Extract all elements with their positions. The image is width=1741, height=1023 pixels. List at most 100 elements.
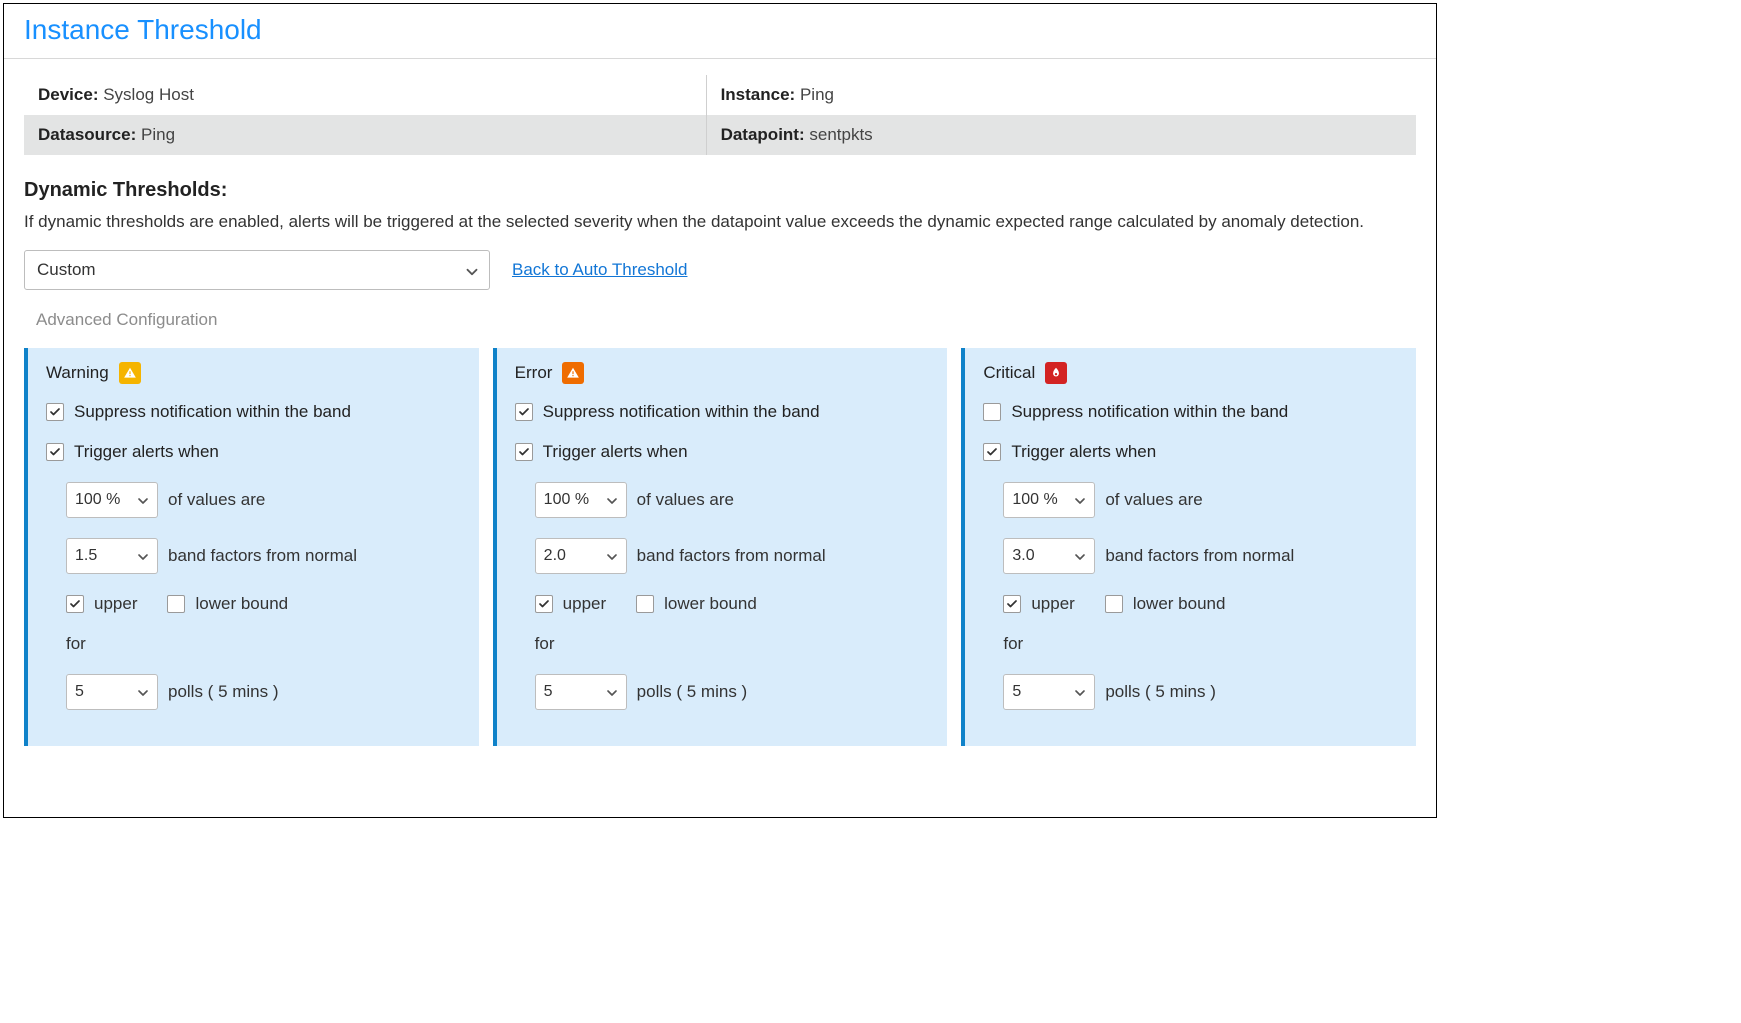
suppress-checkbox[interactable]	[515, 403, 533, 421]
chevron-down-icon	[604, 549, 618, 563]
polls-row: 5 polls ( 5 mins )	[1003, 674, 1398, 710]
device-label: Device:	[38, 85, 98, 104]
severity-title: Error	[515, 363, 553, 383]
band-factor-row: 1.5 band factors from normal	[66, 538, 461, 574]
percent-select[interactable]: 100 %	[1003, 482, 1095, 518]
warning-icon	[119, 362, 141, 384]
suppress-row: Suppress notification within the band	[983, 402, 1398, 422]
upper-checkbox[interactable]	[1003, 595, 1021, 613]
trigger-label: Trigger alerts when	[74, 442, 219, 462]
upper-label: upper	[94, 594, 137, 614]
band-factors-label: band factors from normal	[168, 546, 357, 566]
bounds-row: upper lower bound	[66, 594, 461, 614]
trigger-checkbox[interactable]	[46, 443, 64, 461]
polls-select[interactable]: 5	[535, 674, 627, 710]
datapoint-value: sentpkts	[809, 125, 872, 144]
severity-card-critical: Critical Suppress notification within the…	[961, 348, 1416, 746]
title-bar: Instance Threshold	[4, 4, 1436, 59]
back-to-auto-link[interactable]: Back to Auto Threshold	[512, 260, 687, 280]
percent-select[interactable]: 100 %	[535, 482, 627, 518]
polls-row: 5 polls ( 5 mins )	[66, 674, 461, 710]
severity-card-warning: Warning Suppress notification within the …	[24, 348, 479, 746]
percent-row: 100 % of values are	[1003, 482, 1398, 518]
bounds-row: upperlower bound	[535, 594, 930, 614]
severity-cards-row: Warning Suppress notification within the …	[24, 348, 1416, 746]
device-cell: Device: Syslog Host	[24, 75, 706, 115]
of-values-label: of values are	[168, 490, 265, 510]
trigger-row: Trigger alerts when	[515, 442, 930, 462]
band-factor-row: 3.0 band factors from normal	[1003, 538, 1398, 574]
chevron-down-icon	[604, 493, 618, 507]
controls-row: Custom Back to Auto Threshold	[24, 250, 1416, 290]
upper-label: upper	[563, 594, 606, 614]
trigger-label: Trigger alerts when	[1011, 442, 1156, 462]
trigger-label: Trigger alerts when	[543, 442, 688, 462]
suppress-row: Suppress notification within the band	[46, 402, 461, 422]
card-head: Error	[515, 362, 930, 384]
page-title: Instance Threshold	[24, 14, 1416, 46]
suppress-label: Suppress notification within the band	[1011, 402, 1288, 422]
percent-row: 100 % of values are	[66, 482, 461, 518]
datapoint-label: Datapoint:	[721, 125, 805, 144]
card-head: Warning	[46, 362, 461, 384]
lower-checkbox[interactable]	[167, 595, 185, 613]
polls-label: polls ( 5 mins )	[1105, 682, 1216, 702]
chevron-down-icon	[604, 685, 618, 699]
advanced-configuration-label: Advanced Configuration	[36, 310, 1416, 330]
percent-row: 100 % of values are	[535, 482, 930, 518]
trigger-checkbox[interactable]	[515, 443, 533, 461]
datasource-label: Datasource:	[38, 125, 136, 144]
lower-label: lower bound	[195, 594, 288, 614]
chevron-down-icon	[135, 493, 149, 507]
lower-label: lower bound	[1133, 594, 1226, 614]
band-factors-label: band factors from normal	[1105, 546, 1294, 566]
instance-cell: Instance: Ping	[706, 75, 1416, 115]
content: Device: Syslog Host Instance: Ping Datas…	[4, 59, 1436, 746]
suppress-row: Suppress notification within the band	[515, 402, 930, 422]
lower-checkbox[interactable]	[636, 595, 654, 613]
trigger-row: Trigger alerts when	[983, 442, 1398, 462]
for-label: for	[66, 634, 461, 654]
of-values-label: of values are	[637, 490, 734, 510]
chevron-down-icon	[1072, 549, 1086, 563]
band-factor-select[interactable]: 3.0	[1003, 538, 1095, 574]
chevron-down-icon	[1072, 685, 1086, 699]
for-label: for	[1003, 634, 1398, 654]
info-table: Device: Syslog Host Instance: Ping Datas…	[24, 75, 1416, 155]
suppress-label: Suppress notification within the band	[543, 402, 820, 422]
band-factor-row: 2.0 band factors from normal	[535, 538, 930, 574]
chevron-down-icon	[463, 263, 477, 277]
severity-card-error: Error Suppress notification within the ba…	[493, 348, 948, 746]
percent-select[interactable]: 100 %	[66, 482, 158, 518]
dynamic-heading: Dynamic Thresholds:	[24, 179, 1416, 202]
datasource-cell: Datasource: Ping	[24, 115, 706, 155]
polls-label: polls ( 5 mins )	[637, 682, 748, 702]
upper-checkbox[interactable]	[66, 595, 84, 613]
trigger-checkbox[interactable]	[983, 443, 1001, 461]
polls-label: polls ( 5 mins )	[168, 682, 279, 702]
app-frame: Instance Threshold Device: Syslog Host I…	[3, 3, 1437, 818]
chevron-down-icon	[135, 549, 149, 563]
polls-select[interactable]: 5	[66, 674, 158, 710]
upper-checkbox[interactable]	[535, 595, 553, 613]
severity-title: Critical	[983, 363, 1035, 383]
lower-checkbox[interactable]	[1105, 595, 1123, 613]
band-factor-select[interactable]: 1.5	[66, 538, 158, 574]
threshold-mode-value: Custom	[37, 260, 96, 280]
band-factors-label: band factors from normal	[637, 546, 826, 566]
device-value: Syslog Host	[103, 85, 194, 104]
of-values-label: of values are	[1105, 490, 1202, 510]
suppress-label: Suppress notification within the band	[74, 402, 351, 422]
bounds-row: upperlower bound	[1003, 594, 1398, 614]
band-factor-select[interactable]: 2.0	[535, 538, 627, 574]
instance-value: Ping	[800, 85, 834, 104]
suppress-checkbox[interactable]	[983, 403, 1001, 421]
for-label: for	[535, 634, 930, 654]
suppress-checkbox[interactable]	[46, 403, 64, 421]
error-icon	[562, 362, 584, 384]
datapoint-cell: Datapoint: sentpkts	[706, 115, 1416, 155]
critical-icon	[1045, 362, 1067, 384]
polls-select[interactable]: 5	[1003, 674, 1095, 710]
threshold-mode-select[interactable]: Custom	[24, 250, 490, 290]
chevron-down-icon	[1072, 493, 1086, 507]
